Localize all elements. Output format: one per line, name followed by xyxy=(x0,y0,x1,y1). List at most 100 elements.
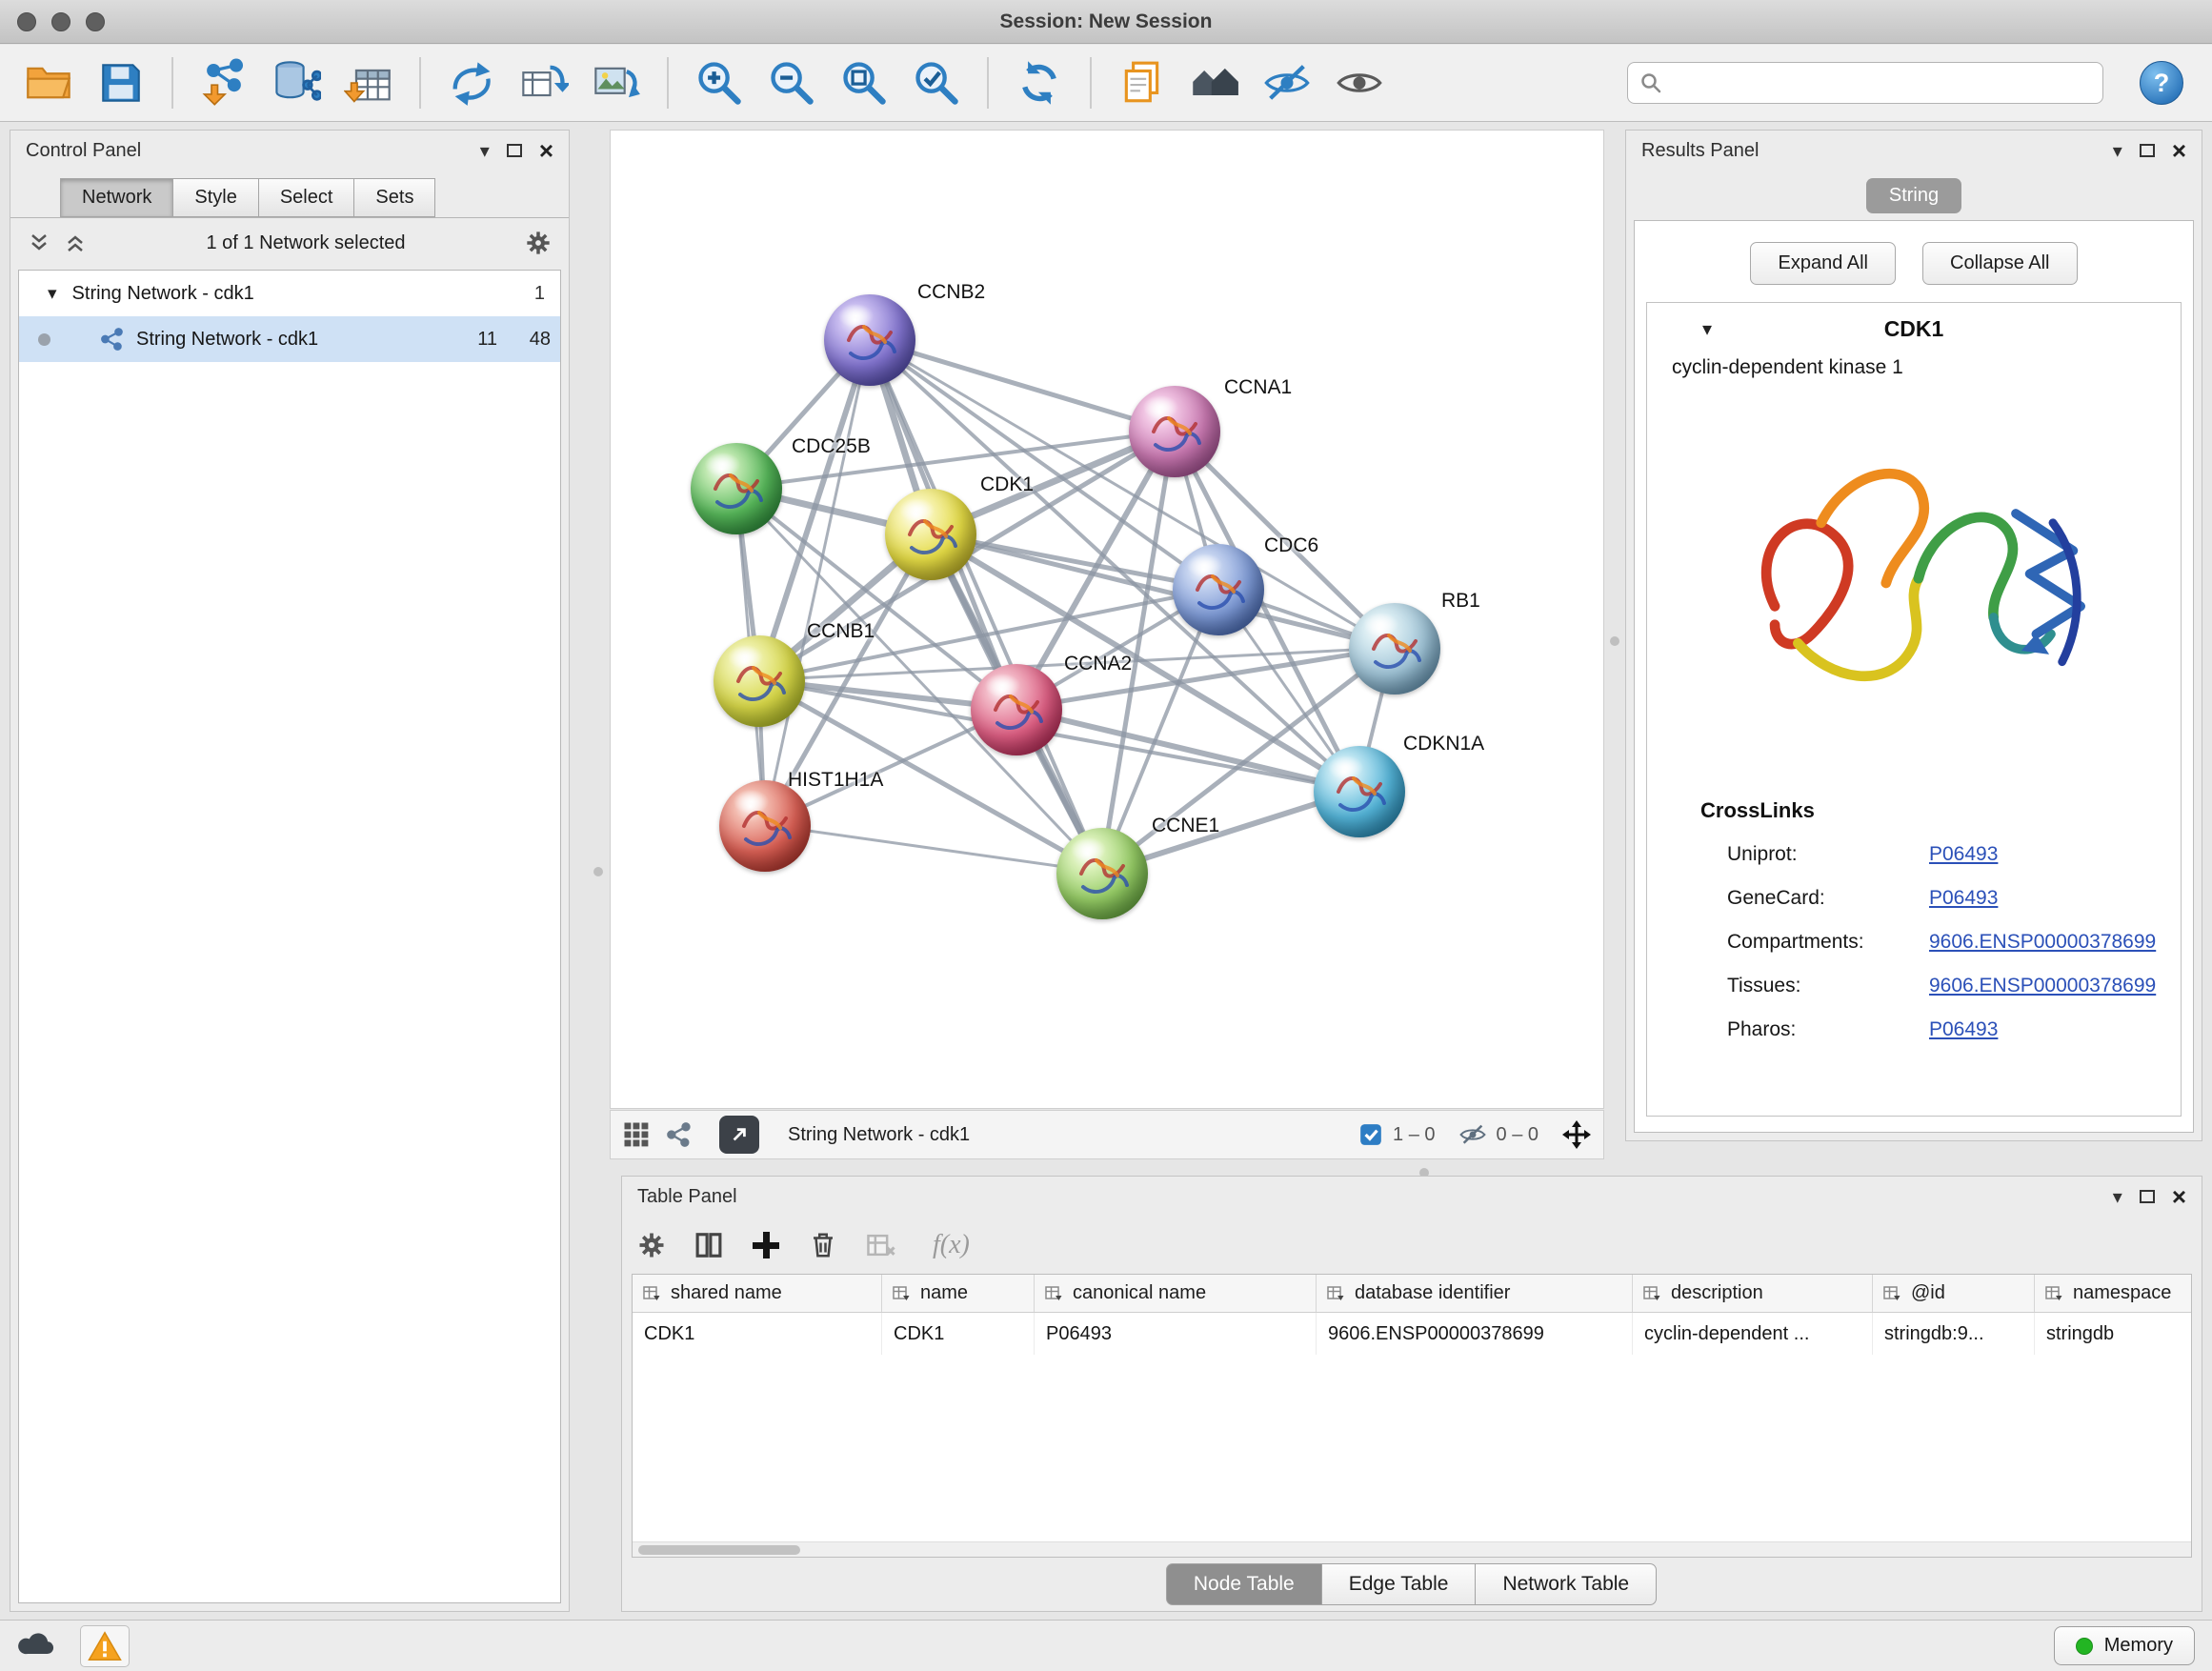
tab-network[interactable]: Network xyxy=(60,178,173,217)
network-node-ccna1[interactable] xyxy=(1129,386,1220,477)
column-header-namespace[interactable]: namespace xyxy=(2035,1275,2192,1312)
expand-all-icon[interactable] xyxy=(64,232,87,254)
cloud-button[interactable] xyxy=(17,1628,59,1663)
float-panel-icon[interactable] xyxy=(507,144,522,157)
tab-node-table[interactable]: Node Table xyxy=(1166,1563,1322,1605)
network-node-ccna2[interactable] xyxy=(971,664,1062,755)
move-crosshair-icon[interactable] xyxy=(1561,1119,1592,1150)
tab-string[interactable]: String xyxy=(1866,178,1961,213)
tab-sets[interactable]: Sets xyxy=(353,178,435,217)
import-network-from-file-button[interactable] xyxy=(194,53,253,112)
network-node-label: CCNA1 xyxy=(1224,376,1292,399)
network-node-ccnb2[interactable] xyxy=(824,294,915,386)
zoom-out-button[interactable] xyxy=(762,53,821,112)
tab-edge-table[interactable]: Edge Table xyxy=(1321,1563,1477,1605)
expand-all-button[interactable]: Expand All xyxy=(1750,242,1896,285)
network-share-button[interactable] xyxy=(666,1121,693,1148)
node-details-header[interactable]: ▾ CDK1 xyxy=(1647,303,2181,354)
apply-preferred-layout-button[interactable] xyxy=(1010,53,1069,112)
crosslink-link[interactable]: P06493 xyxy=(1929,843,1998,866)
zoom-in-button[interactable] xyxy=(690,53,749,112)
new-network-from-selection-button[interactable] xyxy=(442,53,501,112)
scrollbar-thumb[interactable] xyxy=(638,1545,800,1555)
table-settings-button[interactable] xyxy=(637,1231,666,1259)
collapse-all-button[interactable]: Collapse All xyxy=(1922,242,2078,285)
gear-icon[interactable] xyxy=(525,230,552,256)
tab-network-table[interactable]: Network Table xyxy=(1475,1563,1657,1605)
search-input[interactable] xyxy=(1672,71,2091,95)
search-field[interactable] xyxy=(1627,62,2103,104)
birdseye-view-button[interactable] xyxy=(622,1120,651,1149)
network-canvas[interactable]: CCNB2CCNA1CDC25BCDK1CDC6RB1CCNB1CCNA2CDK… xyxy=(610,130,1604,1109)
import-network-from-database-button[interactable] xyxy=(267,53,326,112)
add-column-button[interactable] xyxy=(752,1231,780,1259)
crosslink-link[interactable]: P06493 xyxy=(1929,1018,1998,1041)
network-node-cdc25b[interactable] xyxy=(691,443,782,534)
search-icon xyxy=(1639,71,1662,94)
network-node-ccnb1[interactable] xyxy=(714,635,805,727)
network-node-ccne1[interactable] xyxy=(1056,828,1148,919)
function-builder-button[interactable]: f(x) xyxy=(933,1230,970,1260)
collapse-all-icon[interactable] xyxy=(28,232,50,254)
help-button[interactable]: ? xyxy=(2140,61,2183,105)
column-header-name[interactable]: name xyxy=(882,1275,1035,1312)
main-toolbar: ? xyxy=(0,45,2212,122)
network-node-cdkn1a[interactable] xyxy=(1314,746,1405,837)
toolbar-divider xyxy=(1090,57,1092,109)
column-header-id[interactable]: @id xyxy=(1873,1275,2035,1312)
fit-content-button[interactable] xyxy=(835,53,894,112)
copy-document-button[interactable] xyxy=(1113,53,1172,112)
warnings-button[interactable] xyxy=(80,1625,130,1667)
hidden-eye-slash-icon[interactable] xyxy=(1458,1120,1487,1149)
float-panel-icon[interactable] xyxy=(2140,144,2155,157)
close-panel-icon[interactable]: × xyxy=(539,138,553,163)
entry-expander-icon[interactable]: ▾ xyxy=(1702,317,1712,341)
network-edge[interactable] xyxy=(1016,709,1357,791)
selected-checkbox-icon[interactable] xyxy=(1358,1122,1383,1147)
network-node-label: CDK1 xyxy=(980,473,1034,496)
hide-selected-button[interactable] xyxy=(1257,53,1317,112)
open-file-button[interactable] xyxy=(19,53,78,112)
network-node-cdc6[interactable] xyxy=(1173,544,1264,635)
table-row[interactable]: CDK1CDK1P064939606.ENSP00000378699cyclin… xyxy=(633,1313,2191,1355)
show-columns-button[interactable] xyxy=(694,1231,723,1259)
delete-column-button[interactable] xyxy=(809,1231,837,1259)
crosslink-link[interactable]: 9606.ENSP00000378699 xyxy=(1929,975,2156,997)
network-edge[interactable] xyxy=(869,340,1101,873)
network-node-rb1[interactable] xyxy=(1349,603,1440,695)
save-session-button[interactable] xyxy=(91,53,151,112)
network-collection-row[interactable]: ▾ String Network - cdk1 1 xyxy=(19,271,560,316)
float-panel-icon[interactable] xyxy=(2140,1190,2155,1203)
tab-select[interactable]: Select xyxy=(258,178,355,217)
import-table-from-file-button[interactable] xyxy=(339,53,398,112)
column-header-canonical-name[interactable]: canonical name xyxy=(1035,1275,1317,1312)
memory-button[interactable]: Memory xyxy=(2054,1626,2195,1665)
network-row-selected[interactable]: String Network - cdk1 11 48 xyxy=(19,316,560,362)
panel-menu-icon[interactable]: ▾ xyxy=(2113,139,2122,163)
column-header-shared-name[interactable]: shared name xyxy=(633,1275,882,1312)
export-network-button[interactable] xyxy=(514,53,573,112)
export-image-button[interactable] xyxy=(587,53,646,112)
open-in-new-window-button[interactable] xyxy=(719,1116,759,1154)
panel-menu-icon[interactable]: ▾ xyxy=(2113,1185,2122,1209)
show-all-button[interactable] xyxy=(1330,53,1389,112)
crosslink-link[interactable]: P06493 xyxy=(1929,887,1998,910)
home-button[interactable] xyxy=(1185,53,1244,112)
network-node-cdk1[interactable] xyxy=(885,489,976,580)
tab-style[interactable]: Style xyxy=(172,178,258,217)
close-panel-icon[interactable]: × xyxy=(2172,1184,2186,1209)
panel-menu-icon[interactable]: ▾ xyxy=(480,139,490,163)
network-node-hist1h1a[interactable] xyxy=(719,780,811,872)
node-details-box: ▾ CDK1 cyclin-dependent kinase 1 CrossLi… xyxy=(1646,302,2182,1117)
table-horizontal-scrollbar[interactable] xyxy=(633,1541,2191,1557)
right-splitter-handle[interactable] xyxy=(1610,636,1619,646)
zoom-selected-button[interactable] xyxy=(907,53,966,112)
close-panel-icon[interactable]: × xyxy=(2172,138,2186,163)
left-splitter-handle[interactable] xyxy=(593,867,603,876)
protein-thumbnail-icon xyxy=(1349,603,1440,695)
crosslink-link[interactable]: 9606.ENSP00000378699 xyxy=(1929,931,2156,954)
tree-expander-icon[interactable]: ▾ xyxy=(48,283,57,305)
column-header-database-identifier[interactable]: database identifier xyxy=(1317,1275,1633,1312)
column-header-description[interactable]: description xyxy=(1633,1275,1873,1312)
network-edge[interactable] xyxy=(765,825,1101,873)
